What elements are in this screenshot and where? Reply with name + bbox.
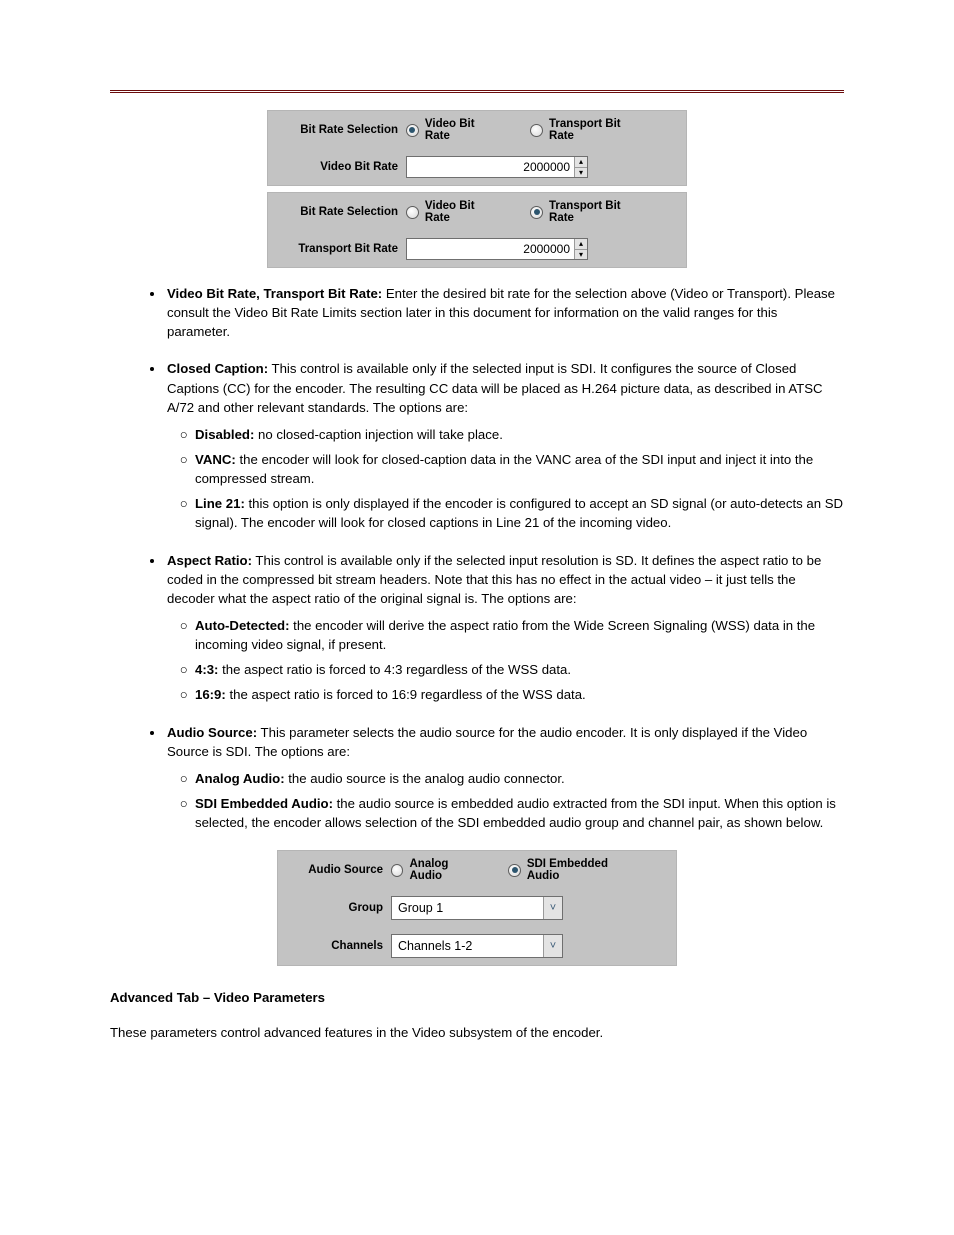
group-select[interactable]: Group 1 ˅ xyxy=(391,896,563,920)
channels-label: Channels xyxy=(288,940,391,952)
page: Bit Rate Selection Video Bit Rate Transp… xyxy=(0,0,954,1235)
sub-lead: 4:3: xyxy=(195,662,218,677)
bitrate-selection-row-2: Bit Rate Selection Video Bit Rate Transp… xyxy=(268,193,686,231)
spinner-icon[interactable]: ▴ ▾ xyxy=(574,239,587,259)
bullet-item: Video Bit Rate, Transport Bit Rate: Ente… xyxy=(165,284,844,341)
radio-transport-bitrate[interactable]: Transport Bit Rate xyxy=(530,200,648,224)
sub-item: 16:9: the aspect ratio is forced to 16:9… xyxy=(195,685,844,704)
bitrate-selection-label: Bit Rate Selection xyxy=(278,206,406,218)
sub-text: the encoder will look for closed-caption… xyxy=(195,452,813,486)
section-title: Advanced Tab – Video Parameters xyxy=(110,990,844,1005)
radio-analog-audio[interactable]: Analog Audio xyxy=(391,858,480,882)
radio-video-bitrate-label: Video Bit Rate xyxy=(425,118,502,142)
radio-transport-bitrate-label: Transport Bit Rate xyxy=(549,118,648,142)
bullet-lead: Closed Caption: xyxy=(167,361,268,376)
chevron-down-icon: ˅ xyxy=(543,897,562,919)
group-row: Group Group 1 ˅ xyxy=(278,889,676,927)
bullet-lead: Aspect Ratio: xyxy=(167,553,252,568)
radio-transport-bitrate[interactable]: Transport Bit Rate xyxy=(530,118,648,142)
chevron-down-icon: ˅ xyxy=(543,935,562,957)
radio-dot-icon xyxy=(391,864,403,877)
radio-dot-icon xyxy=(508,864,521,877)
section-intro-text: These parameters control advanced featur… xyxy=(110,1023,844,1042)
sub-lead: Line 21: xyxy=(195,496,245,511)
channels-select-value: Channels 1-2 xyxy=(392,935,543,957)
sub-lead: Analog Audio: xyxy=(195,771,285,786)
bitrate-panel-transport: Bit Rate Selection Video Bit Rate Transp… xyxy=(267,192,687,268)
sub-text: no closed-caption injection will take pl… xyxy=(254,427,503,442)
sub-text: this option is only displayed if the enc… xyxy=(195,496,843,530)
sub-list: Auto-Detected: the encoder will derive t… xyxy=(167,616,844,705)
audio-source-row: Audio Source Analog Audio SDI Embedded A… xyxy=(278,851,676,889)
bullet-text: This parameter selects the audio source … xyxy=(167,725,807,759)
transport-bitrate-value-row: Transport Bit Rate ▴ ▾ xyxy=(268,231,686,267)
radio-dot-icon xyxy=(530,206,543,219)
bullet-lead: Video Bit Rate, Transport Bit Rate: xyxy=(167,286,382,301)
group-label: Group xyxy=(288,902,391,914)
radio-sdi-embedded-audio-label: SDI Embedded Audio xyxy=(527,858,638,882)
group-select-value: Group 1 xyxy=(392,897,543,919)
body-bullets: Video Bit Rate, Transport Bit Rate: Ente… xyxy=(110,284,844,832)
audio-source-label: Audio Source xyxy=(288,864,391,876)
transport-bitrate-stepper[interactable]: ▴ ▾ xyxy=(406,238,588,260)
channels-select[interactable]: Channels 1-2 ˅ xyxy=(391,934,563,958)
bullet-item: Aspect Ratio: This control is available … xyxy=(165,551,844,705)
sub-list: Disabled: no closed-caption injection wi… xyxy=(167,425,844,533)
radio-sdi-embedded-audio[interactable]: SDI Embedded Audio xyxy=(508,858,638,882)
transport-bitrate-input[interactable] xyxy=(407,239,574,259)
radio-analog-audio-label: Analog Audio xyxy=(409,858,480,882)
radio-dot-icon xyxy=(530,124,543,137)
sub-item: 4:3: the aspect ratio is forced to 4:3 r… xyxy=(195,660,844,679)
bitrate-selection-row-1: Bit Rate Selection Video Bit Rate Transp… xyxy=(268,111,686,149)
spin-up-icon[interactable]: ▴ xyxy=(575,157,587,168)
spin-up-icon[interactable]: ▴ xyxy=(575,239,587,250)
video-bitrate-value-row: Video Bit Rate ▴ ▾ xyxy=(268,149,686,185)
sub-list: Analog Audio: the audio source is the an… xyxy=(167,769,844,832)
bullet-text: This control is available only if the se… xyxy=(167,553,821,606)
sub-lead: VANC: xyxy=(195,452,236,467)
radio-video-bitrate[interactable]: Video Bit Rate xyxy=(406,200,502,224)
radio-transport-bitrate-label: Transport Bit Rate xyxy=(549,200,648,224)
sub-lead: SDI Embedded Audio: xyxy=(195,796,333,811)
sub-item: SDI Embedded Audio: the audio source is … xyxy=(195,794,844,832)
video-bitrate-input[interactable] xyxy=(407,157,574,177)
sub-lead: Disabled: xyxy=(195,427,254,442)
spinner-icon[interactable]: ▴ ▾ xyxy=(574,157,587,177)
radio-video-bitrate-label: Video Bit Rate xyxy=(425,200,502,224)
sub-item: Disabled: no closed-caption injection wi… xyxy=(195,425,844,444)
radio-video-bitrate[interactable]: Video Bit Rate xyxy=(406,118,502,142)
bullet-item: Closed Caption: This control is availabl… xyxy=(165,359,844,532)
sub-text: the aspect ratio is forced to 4:3 regard… xyxy=(218,662,571,677)
bullet-lead: Audio Source: xyxy=(167,725,257,740)
sub-text: the audio source is the analog audio con… xyxy=(285,771,565,786)
channels-row: Channels Channels 1-2 ˅ xyxy=(278,927,676,965)
radio-dot-icon xyxy=(406,124,419,137)
sub-item: VANC: the encoder will look for closed-c… xyxy=(195,450,844,488)
radio-dot-icon xyxy=(406,206,419,219)
spin-down-icon[interactable]: ▾ xyxy=(575,168,587,178)
sub-text: the aspect ratio is forced to 16:9 regar… xyxy=(226,687,586,702)
bitrate-panel-video: Bit Rate Selection Video Bit Rate Transp… xyxy=(267,110,687,186)
sub-item: Analog Audio: the audio source is the an… xyxy=(195,769,844,788)
sub-item: Auto-Detected: the encoder will derive t… xyxy=(195,616,844,654)
bullet-item: Audio Source: This parameter selects the… xyxy=(165,723,844,833)
spin-down-icon[interactable]: ▾ xyxy=(575,250,587,260)
transport-bitrate-label: Transport Bit Rate xyxy=(278,243,406,255)
video-bitrate-label: Video Bit Rate xyxy=(278,161,406,173)
video-bitrate-stepper[interactable]: ▴ ▾ xyxy=(406,156,588,178)
sub-lead: Auto-Detected: xyxy=(195,618,290,633)
bitrate-selection-label: Bit Rate Selection xyxy=(278,124,406,136)
audio-source-panel: Audio Source Analog Audio SDI Embedded A… xyxy=(277,850,677,966)
top-divider xyxy=(110,90,844,96)
sub-lead: 16:9: xyxy=(195,687,226,702)
sub-item: Line 21: this option is only displayed i… xyxy=(195,494,844,532)
